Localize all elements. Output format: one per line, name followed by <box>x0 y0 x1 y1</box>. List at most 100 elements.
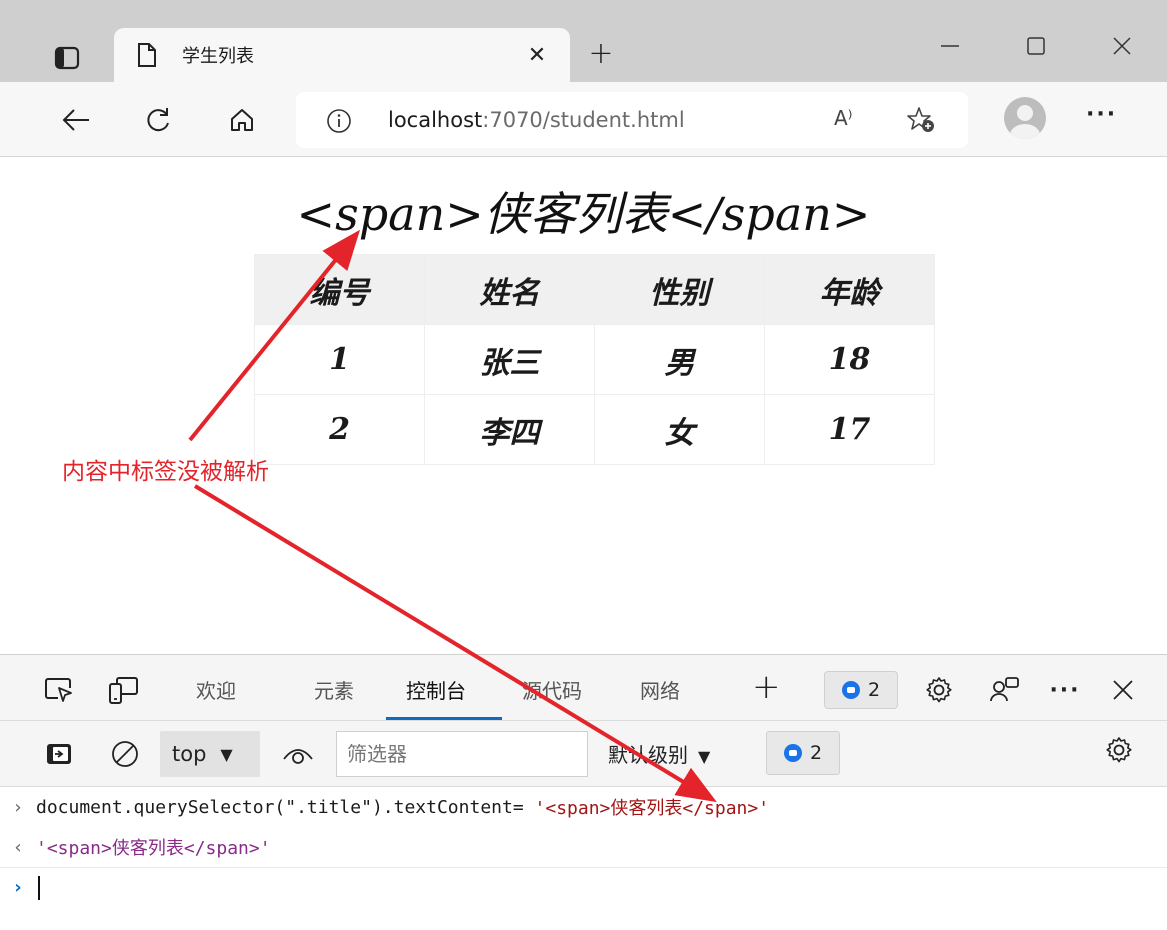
browser-toolbar: localhost:7070/student.html A⁾ ··· <box>0 82 1167 157</box>
column-header: 姓名 <box>424 254 595 325</box>
profile-avatar[interactable] <box>1004 97 1046 139</box>
feedback-button[interactable] <box>986 671 1024 709</box>
log-level-select[interactable]: 默认级别 ▼ <box>608 739 710 768</box>
console-prompt[interactable]: › <box>0 867 1167 907</box>
close-icon: ✕ <box>527 42 547 68</box>
page-viewport: <span>侠客列表</span> 编号 姓名 性别 年龄 1 张三 男 18 … <box>0 158 1167 654</box>
console-toolbar: top ▼ 默认级别 ▼ 2 <box>0 721 1167 787</box>
console-issues-button[interactable]: 2 <box>766 731 840 775</box>
console-settings-gear-icon[interactable] <box>1104 735 1134 765</box>
message-icon <box>783 744 802 762</box>
close-icon <box>1113 680 1133 700</box>
tab-title: 学生列表 <box>182 46 254 67</box>
devtools-tab-bar: 欢迎 元素 控制台 源代码 网络 + 2 ··· <box>0 655 1167 721</box>
window-maximize-button[interactable] <box>1016 26 1056 66</box>
text-cursor <box>38 875 40 900</box>
console-issues-count: 2 <box>809 742 823 764</box>
read-aloud-icon[interactable]: A⁾ <box>834 106 853 130</box>
arrow-left-icon <box>62 109 89 131</box>
active-tab-indicator <box>386 717 502 720</box>
table-row: 2 李四 女 17 <box>254 394 935 465</box>
address-bar[interactable]: localhost:7070/student.html A⁾ <box>296 92 968 148</box>
live-expression-eye-icon[interactable] <box>280 737 316 771</box>
refresh-button[interactable] <box>138 100 178 140</box>
devtools-close-button[interactable] <box>1104 671 1142 709</box>
console-input-line: › document.querySelector(".title").textC… <box>0 787 1167 827</box>
annotation-label: 内容中标签没被解析 <box>62 459 269 485</box>
clear-console-button[interactable] <box>108 737 142 771</box>
sidebar-icon <box>54 46 80 70</box>
devtools-settings-button[interactable] <box>920 671 958 709</box>
gear-icon <box>926 677 952 703</box>
new-tab-button[interactable]: + <box>582 33 620 73</box>
table-row: 1 张三 男 18 <box>254 324 935 395</box>
devtools-tab-console[interactable]: 控制台 <box>406 675 466 704</box>
back-button[interactable] <box>56 100 96 140</box>
tab-strip: 学生列表 ✕ + <box>0 0 1167 82</box>
caret-down-icon: ▼ <box>698 747 711 766</box>
sidebar-toggle-icon <box>47 744 71 764</box>
more-tools-button[interactable]: + <box>752 667 781 707</box>
devtools-more-button[interactable]: ··· <box>1046 671 1084 709</box>
tab-actions-button[interactable] <box>50 41 84 75</box>
window-close-button[interactable] <box>1102 26 1142 66</box>
devtools-tab-welcome[interactable]: 欢迎 <box>196 675 236 704</box>
tab-close-button[interactable]: ✕ <box>522 40 552 70</box>
url-path: :7070/student.html <box>482 108 685 132</box>
device-emulation-button[interactable] <box>106 673 140 707</box>
close-icon <box>1113 37 1131 55</box>
url-text[interactable]: localhost:7070/student.html <box>388 108 685 132</box>
add-favorite-icon[interactable] <box>906 106 936 134</box>
table-cell: 李四 <box>424 394 595 465</box>
message-icon <box>841 681 860 699</box>
table-cell: 2 <box>254 394 425 465</box>
execution-context-value: top <box>172 742 207 766</box>
browser-tab-active[interactable]: 学生列表 ✕ <box>114 28 570 82</box>
minimize-icon <box>941 45 959 47</box>
document-icon <box>138 43 156 67</box>
devtools-tab-sources[interactable]: 源代码 <box>522 675 582 704</box>
log-level-value: 默认级别 <box>608 743 688 767</box>
console-output[interactable]: › document.querySelector(".title").textC… <box>0 787 1167 907</box>
table-cell: 17 <box>764 394 935 465</box>
column-header: 编号 <box>254 254 425 325</box>
inspect-icon <box>45 678 72 702</box>
devtools-panel: 欢迎 元素 控制台 源代码 网络 + 2 ··· top ▼ 筛选器 默认级别 … <box>0 654 1167 930</box>
user-icon <box>1010 105 1040 139</box>
url-host: localhost <box>388 108 483 132</box>
execution-context-select[interactable]: top ▼ <box>160 731 260 777</box>
table-cell: 张三 <box>424 324 595 395</box>
page-title: <span>侠客列表</span> <box>296 187 871 241</box>
window-minimize-button[interactable] <box>930 26 970 66</box>
device-icon <box>109 677 138 704</box>
console-result: '<span>侠客列表</span>' <box>36 838 271 859</box>
column-header: 性别 <box>594 254 765 325</box>
refresh-icon <box>147 108 169 132</box>
maximize-icon <box>1027 37 1045 55</box>
issues-counter-button[interactable]: 2 <box>824 671 898 709</box>
info-icon[interactable] <box>326 108 352 134</box>
home-button[interactable] <box>222 100 262 140</box>
table-header-row: 编号 姓名 性别 年龄 <box>254 254 935 325</box>
chevron-left-icon: ‹ <box>14 836 22 858</box>
console-result-line: ‹ '<span>侠客列表</span>' <box>0 827 1167 867</box>
inspect-element-button[interactable] <box>42 673 76 707</box>
caret-down-icon: ▼ <box>220 744 233 764</box>
column-header: 年龄 <box>764 254 935 325</box>
console-command: document.querySelector(".title").textCon… <box>36 796 524 818</box>
table-cell: 1 <box>254 324 425 395</box>
console-command-string: '<span>侠客列表</span>' <box>534 798 770 819</box>
block-icon <box>112 741 138 767</box>
chevron-right-icon: › <box>14 796 22 818</box>
devtools-tab-network[interactable]: 网络 <box>640 675 680 704</box>
console-filter-input[interactable] <box>336 731 588 777</box>
table-cell: 男 <box>594 324 765 395</box>
devtools-tab-elements[interactable]: 元素 <box>314 675 354 704</box>
table-cell: 18 <box>764 324 935 395</box>
settings-more-button[interactable]: ··· <box>1086 102 1117 127</box>
student-table: 编号 姓名 性别 年龄 1 张三 男 18 2 李四 女 17 <box>254 254 935 465</box>
issues-count: 2 <box>867 679 881 701</box>
feedback-icon <box>990 677 1019 702</box>
plus-icon: + <box>588 35 614 71</box>
console-sidebar-button[interactable] <box>42 737 76 771</box>
